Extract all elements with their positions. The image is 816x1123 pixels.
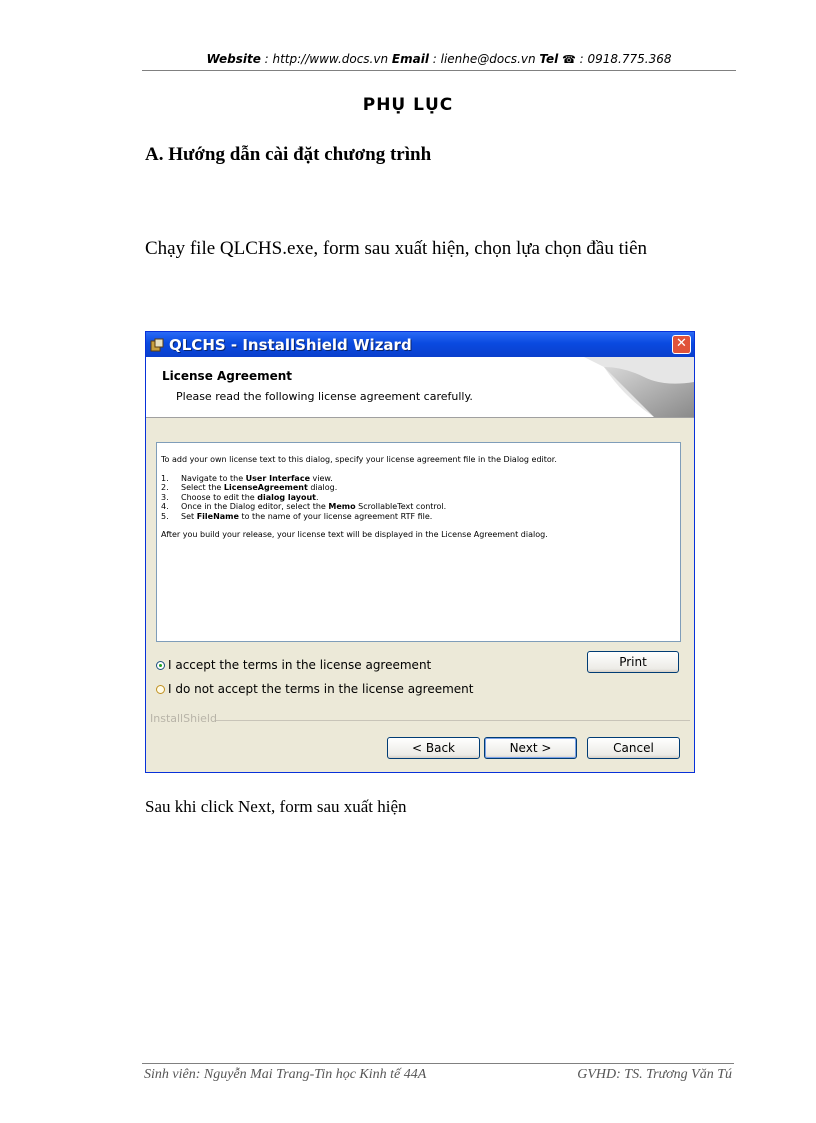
- installshield-dialog: QLCHS - InstallShield Wizard ✕ License A…: [145, 331, 695, 773]
- after-next-paragraph: Sau khi click Next, form sau xuất hiện: [145, 797, 407, 816]
- section-heading: A. Hướng dẫn cài đặt chương trình: [145, 144, 432, 165]
- license-step: 2. Select the LicenseAgreement dialog.: [161, 483, 338, 492]
- tel-value: : 0918.775.368: [575, 52, 672, 66]
- dialog-title: QLCHS - InstallShield Wizard: [169, 335, 412, 354]
- next-button[interactable]: Next >: [484, 737, 577, 759]
- back-button[interactable]: < Back: [387, 737, 480, 759]
- license-step: 1. Navigate to the User Interface view.: [161, 473, 333, 483]
- accept-radio-option[interactable]: I accept the terms in the license agreem…: [156, 658, 431, 672]
- license-step: 4. Once in the Dialog editor, select the …: [161, 502, 447, 511]
- decline-label: I do not accept the terms in the license…: [168, 682, 474, 696]
- dialog-titlebar: QLCHS - InstallShield Wizard: [146, 332, 694, 357]
- page-title: PHỤ LỤC: [362, 95, 454, 115]
- cancel-button[interactable]: Cancel: [587, 737, 680, 759]
- page-header: Website : http://www.docs.vn Email : lie…: [142, 50, 736, 71]
- tel-label: Tel: [539, 52, 559, 66]
- license-step: 3. Choose to edit the dialog layout.: [161, 492, 319, 502]
- decline-radio[interactable]: [156, 684, 165, 694]
- installshield-brand: InstallShield: [150, 712, 217, 725]
- footer-advisor: GVHD: TS. Trương Văn Tú: [577, 1067, 732, 1082]
- email-label: Email: [391, 52, 429, 66]
- footer-student: Sinh viên: Nguyễn Mai Trang-Tin học Kinh…: [144, 1067, 427, 1082]
- banner-title: License Agreement: [162, 369, 293, 383]
- license-outro: After you build your release, your licen…: [161, 530, 548, 539]
- instruction-paragraph: Chạy file QLCHS.exe, form sau xuất hiện,…: [145, 238, 648, 259]
- installer-app-icon: [150, 338, 164, 351]
- accept-radio[interactable]: [156, 660, 165, 670]
- dialog-banner: License Agreement Please read the follow…: [146, 357, 694, 418]
- decline-radio-option[interactable]: I do not accept the terms in the license…: [156, 682, 474, 696]
- website-label: Website: [206, 52, 261, 66]
- page-curl-graphic: [584, 357, 694, 417]
- license-step: 5. Set FileName to the name of your licen…: [161, 511, 433, 521]
- email-value: : lienhe@docs.vn: [428, 52, 540, 66]
- close-icon: ✕: [676, 336, 687, 351]
- accept-label: I accept the terms in the license agreem…: [168, 658, 432, 672]
- page-footer: Sinh viên: Nguyễn Mai Trang-Tin học Kinh…: [142, 1063, 734, 1082]
- website-value: : http://www.docs.vn: [260, 52, 392, 66]
- banner-subtitle: Please read the following license agreem…: [176, 390, 473, 403]
- license-intro: To add your own license text to this dia…: [161, 455, 557, 464]
- license-text-box[interactable]: To add your own license text to this dia…: [156, 442, 681, 642]
- phone-icon: ☎: [562, 53, 576, 66]
- brand-divider: [216, 720, 690, 721]
- close-button[interactable]: ✕: [672, 335, 691, 354]
- print-button[interactable]: Print: [587, 651, 679, 673]
